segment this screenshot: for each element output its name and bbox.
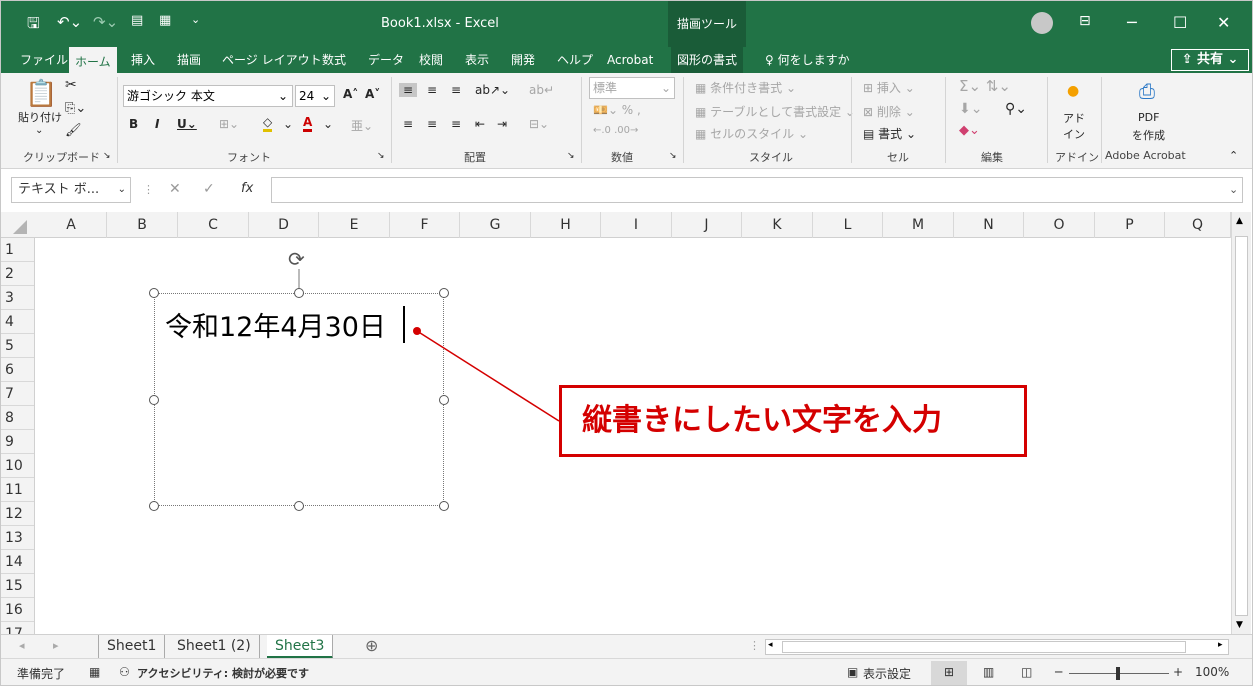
scroll-thumb[interactable] <box>782 641 1186 653</box>
resize-handle[interactable] <box>149 395 159 405</box>
callout-leader-line <box>416 330 560 422</box>
annotation-callout: 縦書きにしたい文字を入力 <box>559 385 1027 457</box>
zoom-out-icon[interactable]: ─ <box>1055 665 1062 679</box>
rotate-handle-icon[interactable]: ⟳ <box>288 247 305 271</box>
display-settings-button[interactable]: 表示設定 <box>863 665 911 682</box>
ready-status: 準備完了 <box>17 667 66 681</box>
scroll-left-icon[interactable]: ◂ <box>19 639 25 652</box>
scroll-right-icon[interactable]: ▸ <box>53 639 59 652</box>
zoom-level[interactable]: 100% <box>1195 665 1229 679</box>
page-layout-view-icon[interactable]: ▥ <box>983 665 994 679</box>
accessibility-status[interactable]: アクセシビリティ: 検討が必要です <box>137 665 309 681</box>
sheet-tab-active[interactable]: Sheet3 <box>267 635 334 659</box>
horizontal-scrollbar[interactable]: ◂ ▸ <box>765 639 1229 655</box>
text-caret <box>403 306 405 343</box>
sheet-tab[interactable]: Sheet1 (2) <box>169 635 260 659</box>
resize-handle[interactable] <box>149 501 159 511</box>
macro-record-icon[interactable]: ▦ <box>89 665 100 679</box>
sheet-tab-bar: ◂ ▸ Sheet1 Sheet1 (2) Sheet3 ⊕ ⋮ ◂ ▸ <box>1 634 1252 659</box>
accessibility-icon: ⚇ <box>119 665 130 679</box>
scroll-right-icon[interactable]: ▸ <box>1218 640 1223 650</box>
resize-handle[interactable] <box>439 395 449 405</box>
add-sheet-icon[interactable]: ⊕ <box>365 636 378 655</box>
display-settings-icon: ▣ <box>847 665 859 679</box>
callout-dot <box>413 327 421 335</box>
splitter-icon[interactable]: ⋮ <box>749 639 760 652</box>
page-break-view-icon[interactable]: ◫ <box>1021 665 1032 679</box>
resize-handle[interactable] <box>439 288 449 298</box>
resize-handle[interactable] <box>294 288 304 298</box>
resize-handle[interactable] <box>149 288 159 298</box>
sheet-tab[interactable]: Sheet1 <box>98 635 166 659</box>
scroll-left-icon[interactable]: ◂ <box>768 640 773 650</box>
text-box-content[interactable]: 令和12年4月30日 <box>165 305 386 344</box>
excel-window: 🖫 ↶⌄ ↷⌄ ▤ ▦ ⌄ Book1.xlsx - Excel 描画ツール ⊟… <box>0 0 1253 686</box>
zoom-in-icon[interactable]: + <box>1173 665 1183 679</box>
resize-handle[interactable] <box>439 501 449 511</box>
resize-handle[interactable] <box>294 501 304 511</box>
zoom-slider-thumb[interactable] <box>1116 667 1120 680</box>
normal-view-icon[interactable]: ⊞ <box>931 661 967 685</box>
status-bar: 準備完了 ▦ ⚇ アクセシビリティ: 検討が必要です ▣ 表示設定 ⊞ ▥ ◫ … <box>1 658 1252 685</box>
